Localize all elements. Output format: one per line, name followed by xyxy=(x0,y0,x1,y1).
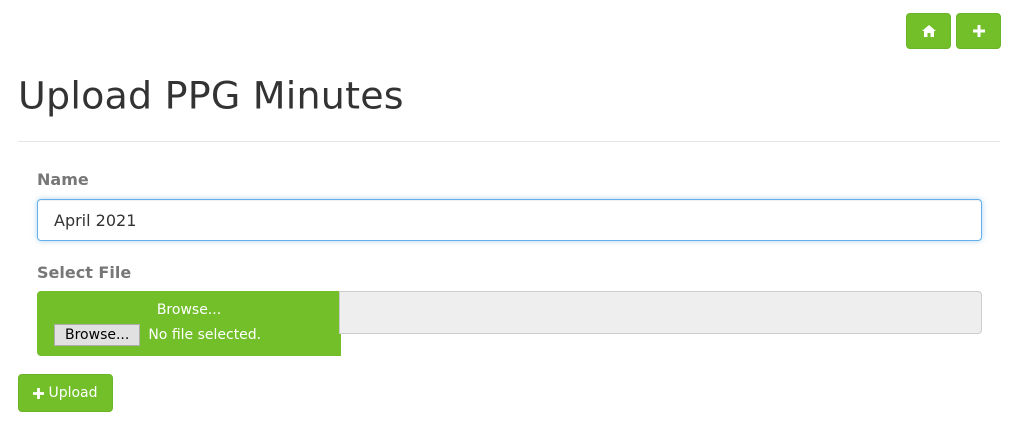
file-name-display xyxy=(339,291,982,334)
home-button[interactable] xyxy=(906,13,951,49)
browse-caption: Browse... xyxy=(156,302,222,318)
title-divider xyxy=(18,141,1000,142)
name-input[interactable] xyxy=(37,199,982,241)
home-icon xyxy=(921,25,936,37)
native-file-input: Browse... No file selected. xyxy=(54,324,261,346)
add-button[interactable] xyxy=(956,13,1001,49)
plus-icon xyxy=(972,25,985,37)
file-status-text: No file selected. xyxy=(148,327,262,343)
file-browse-box[interactable]: Browse... Browse... No file selected. xyxy=(37,291,341,356)
file-upload-group: Browse... Browse... No file selected. xyxy=(37,291,982,356)
plus-icon xyxy=(33,387,45,399)
upload-button-label: Upload xyxy=(48,385,98,401)
upload-button[interactable]: Upload xyxy=(18,374,113,412)
native-browse-button[interactable]: Browse... xyxy=(54,324,141,346)
name-label: Name xyxy=(37,170,89,189)
select-file-label: Select File xyxy=(37,263,132,282)
upload-page: Upload PPG Minutes Name Select File Brow… xyxy=(0,0,1012,434)
page-title: Upload PPG Minutes xyxy=(18,74,404,118)
top-actions xyxy=(906,13,1001,49)
